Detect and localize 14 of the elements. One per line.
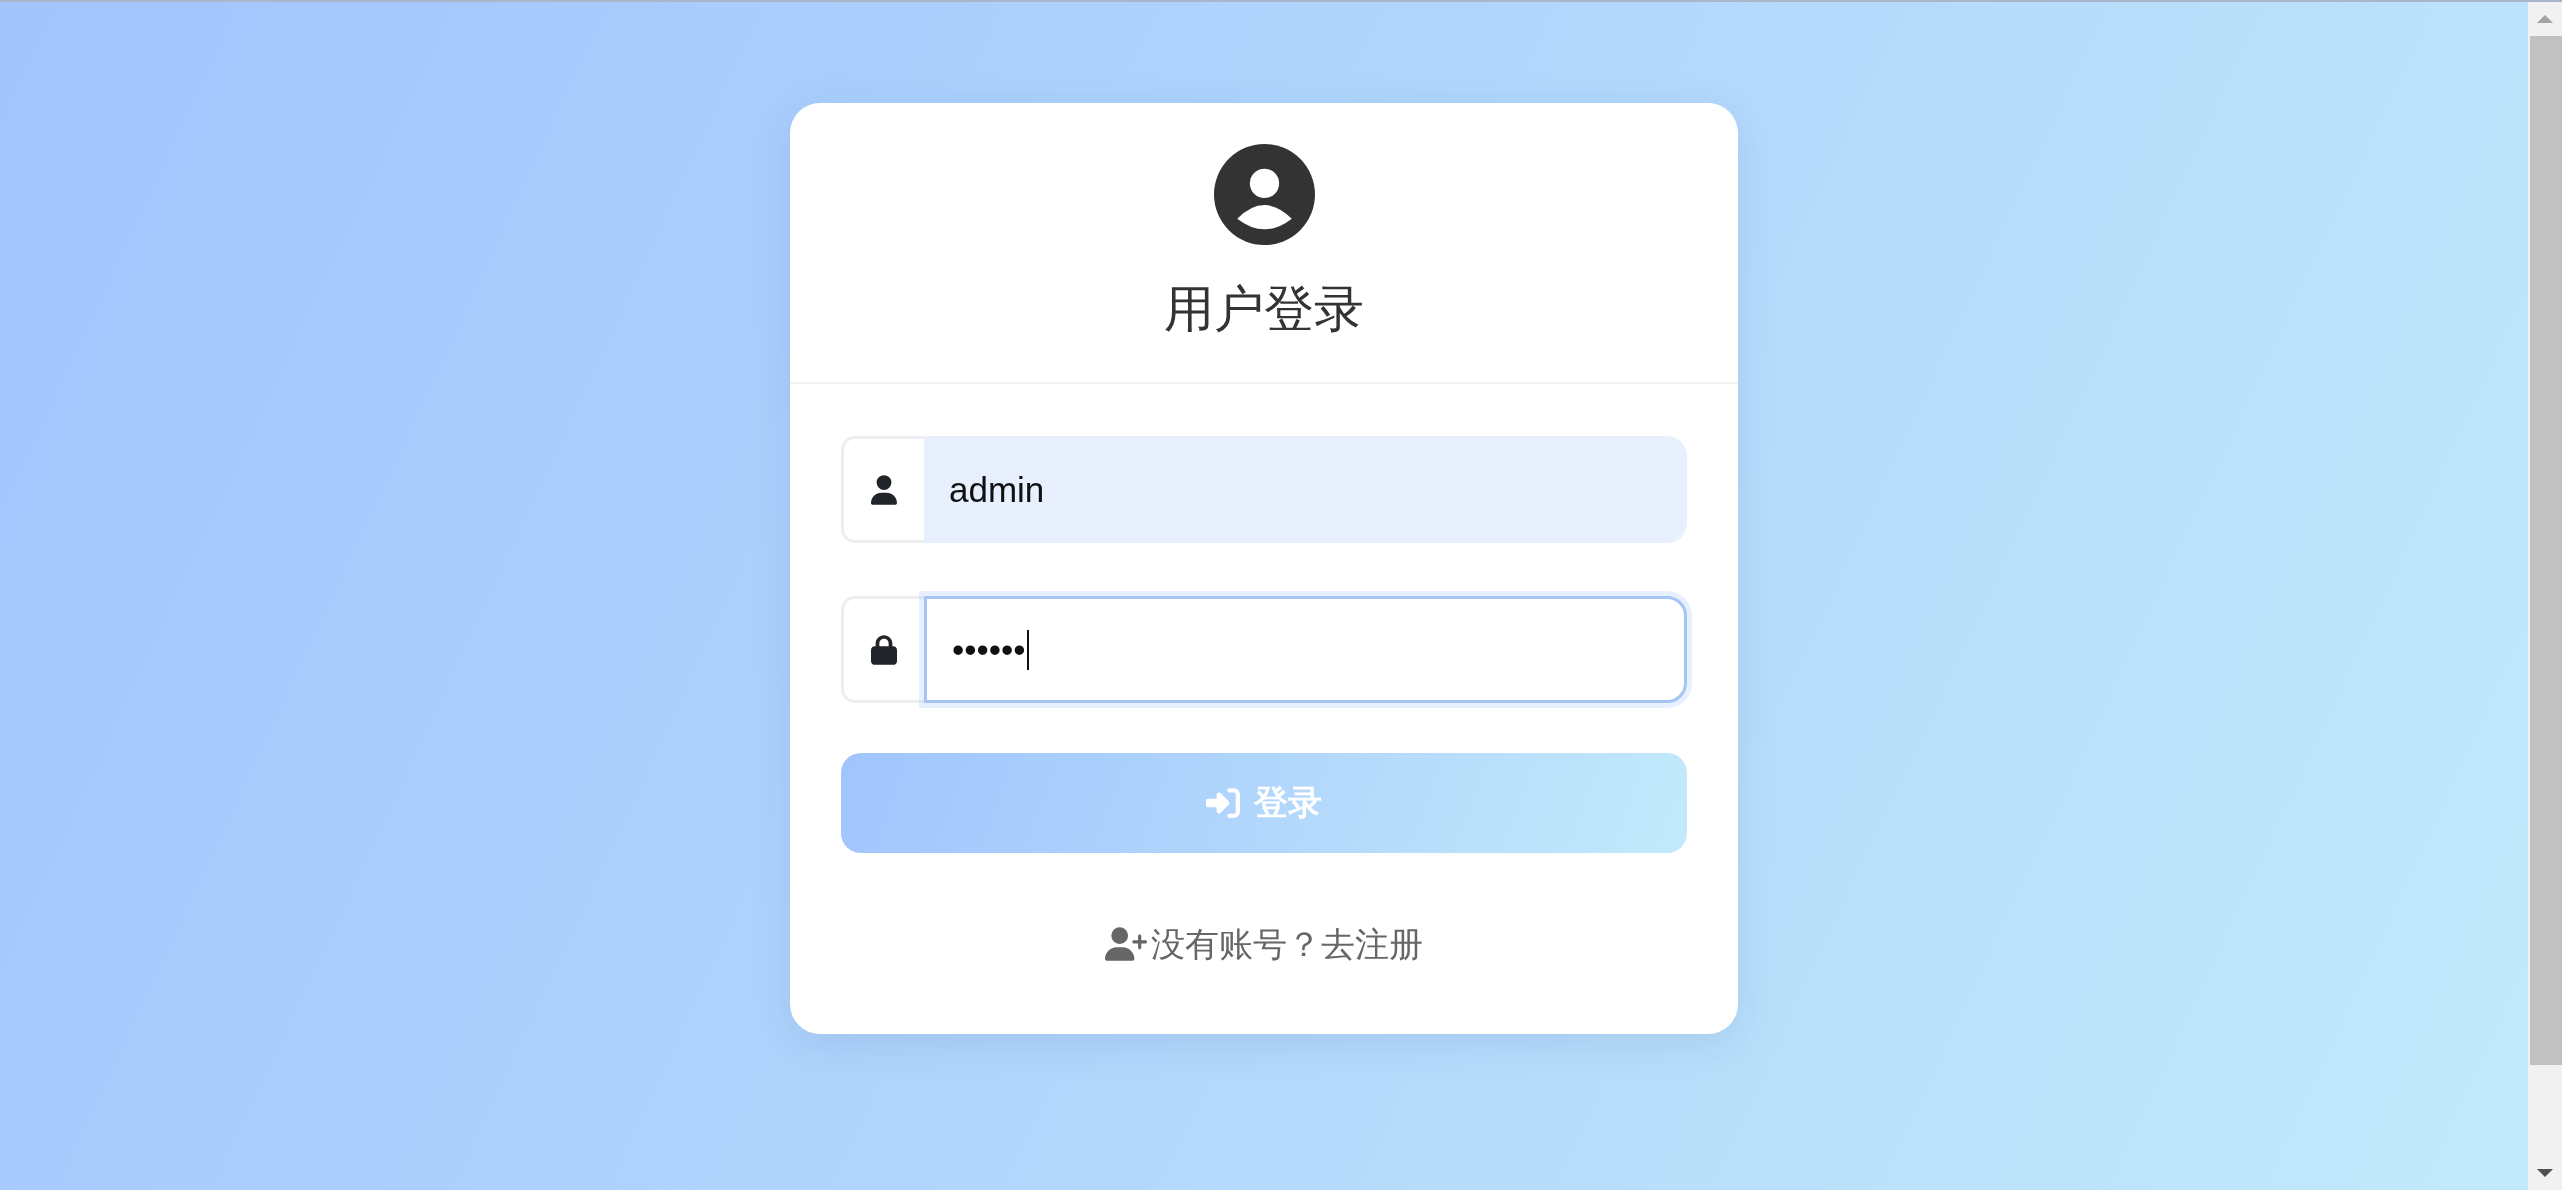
lock-icon bbox=[871, 634, 897, 665]
password-field[interactable]: •••••• bbox=[924, 596, 1687, 703]
text-cursor-icon bbox=[1026, 629, 1029, 670]
user-plus-icon bbox=[1105, 927, 1147, 961]
scrollbar[interactable] bbox=[2528, 2, 2562, 1190]
login-title: 用户登录 bbox=[1164, 280, 1364, 339]
scrollbar-thumb[interactable] bbox=[2530, 36, 2562, 1065]
user-icon bbox=[871, 474, 897, 505]
username-field[interactable]: admin bbox=[924, 436, 1687, 543]
register-link[interactable]: 没有账号？去注册 bbox=[1105, 921, 1423, 967]
scroll-down-arrow-icon[interactable] bbox=[2537, 1169, 2553, 1177]
scroll-up-arrow-icon[interactable] bbox=[2537, 15, 2553, 23]
avatar-icon bbox=[1213, 144, 1315, 245]
arrow-into-bracket-icon bbox=[1206, 786, 1240, 820]
